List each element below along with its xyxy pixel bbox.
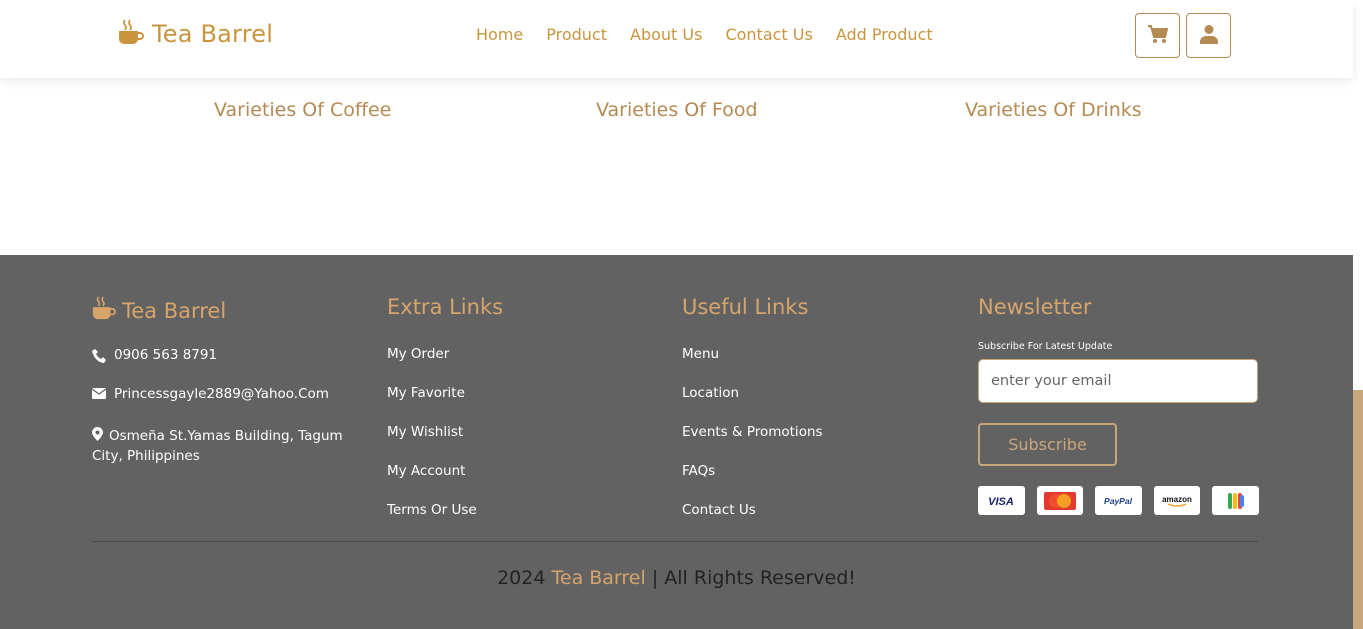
cart-icon [1147, 24, 1169, 48]
variety-food-title: Varieties Of Food [596, 99, 758, 121]
newsletter-caption: Subscribe For Latest Update [978, 341, 1113, 352]
extra-links-title: Extra Links [387, 295, 504, 319]
nav-home[interactable]: Home [476, 25, 523, 44]
site-footer: Tea Barrel 0906 563 8791 Princessgayle28… [0, 255, 1353, 629]
variety-drinks-title: Varieties Of Drinks [965, 99, 1142, 121]
paypal-icon: PayPal [1095, 486, 1142, 515]
link-faqs[interactable]: FAQs [682, 463, 715, 479]
svg-text:amazon: amazon [1162, 495, 1192, 504]
footer-brand-name: Tea Barrel [122, 298, 227, 323]
contact-phone[interactable]: 0906 563 8791 [92, 346, 217, 369]
phone-icon [92, 346, 106, 369]
footer-brand[interactable]: Tea Barrel [92, 295, 372, 326]
copyright-year: 2024 [497, 567, 546, 589]
link-my-favorite[interactable]: My Favorite [387, 385, 465, 401]
contact-address: Osmeña St.Yamas Building, Tagum City, Ph… [92, 424, 372, 466]
subscribe-button[interactable]: Subscribe [978, 423, 1117, 466]
user-button[interactable] [1186, 13, 1231, 58]
copyright: 2024 Tea Barrel | All Rights Reserved! [0, 567, 1353, 589]
link-location[interactable]: Location [682, 385, 739, 401]
nav-contact-us[interactable]: Contact Us [725, 25, 812, 44]
phone-text: 0906 563 8791 [114, 347, 218, 363]
site-header: Tea Barrel Home Product About Us Contact… [0, 0, 1353, 78]
contact-email[interactable]: Princessgayle2889@Yahoo.Com [91, 385, 329, 405]
copyright-brand[interactable]: Tea Barrel [552, 567, 646, 589]
newsletter-title: Newsletter [978, 295, 1092, 319]
footer-brand-column: Tea Barrel 0906 563 8791 Princessgayle28… [91, 295, 372, 464]
main-nav: Home Product About Us Contact Us Add Pro… [476, 25, 933, 44]
cart-button[interactable] [1135, 13, 1180, 58]
payment-methods: VISA PayPal amazon [978, 486, 1259, 515]
useful-links-title: Useful Links [682, 295, 809, 319]
coffee-cup-icon [92, 295, 116, 326]
extra-links-column: Extra Links My Order My Favorite My Wish… [387, 295, 504, 518]
link-my-order[interactable]: My Order [387, 346, 449, 362]
link-contact-us[interactable]: Contact Us [682, 502, 756, 518]
logo[interactable]: Tea Barrel [118, 18, 273, 50]
link-terms[interactable]: Terms Or Use [387, 502, 477, 518]
scrollbar-track[interactable] [1353, 0, 1363, 390]
svg-text:VISA: VISA [988, 496, 1014, 507]
envelope-icon [91, 385, 107, 405]
link-menu[interactable]: Menu [682, 346, 719, 362]
variety-coffee-title: Varieties Of Coffee [214, 99, 392, 121]
brand-name: Tea Barrel [152, 20, 274, 48]
newsletter-column: Newsletter Subscribe For Latest Update S… [978, 295, 1259, 515]
copyright-suffix: | All Rights Reserved! [651, 567, 856, 589]
link-my-account[interactable]: My Account [387, 463, 465, 479]
useful-links-column: Useful Links Menu Location Events & Prom… [682, 295, 823, 518]
footer-divider [92, 541, 1258, 542]
svg-text:PayPal: PayPal [1105, 496, 1134, 506]
mastercard-icon [1036, 486, 1084, 515]
nav-product[interactable]: Product [546, 25, 607, 44]
email-text: Princessgayle2889@Yahoo.Com [114, 386, 329, 402]
nav-about-us[interactable]: About Us [630, 25, 702, 44]
visa-icon: VISA [978, 486, 1025, 515]
map-pin-icon [92, 424, 103, 447]
link-events-promotions[interactable]: Events & Promotions [682, 424, 823, 440]
coffee-cup-icon [118, 18, 144, 50]
google-wallet-icon [1212, 486, 1259, 515]
address-text: Osmeña St.Yamas Building, Tagum City, Ph… [92, 428, 343, 464]
nav-add-product[interactable]: Add Product [836, 25, 933, 44]
newsletter-email-input[interactable] [978, 359, 1258, 403]
user-icon [1199, 24, 1218, 48]
amazon-icon: amazon [1153, 486, 1201, 515]
scrollbar-thumb[interactable] [1353, 390, 1363, 629]
link-my-wishlist[interactable]: My Wishlist [387, 424, 463, 440]
